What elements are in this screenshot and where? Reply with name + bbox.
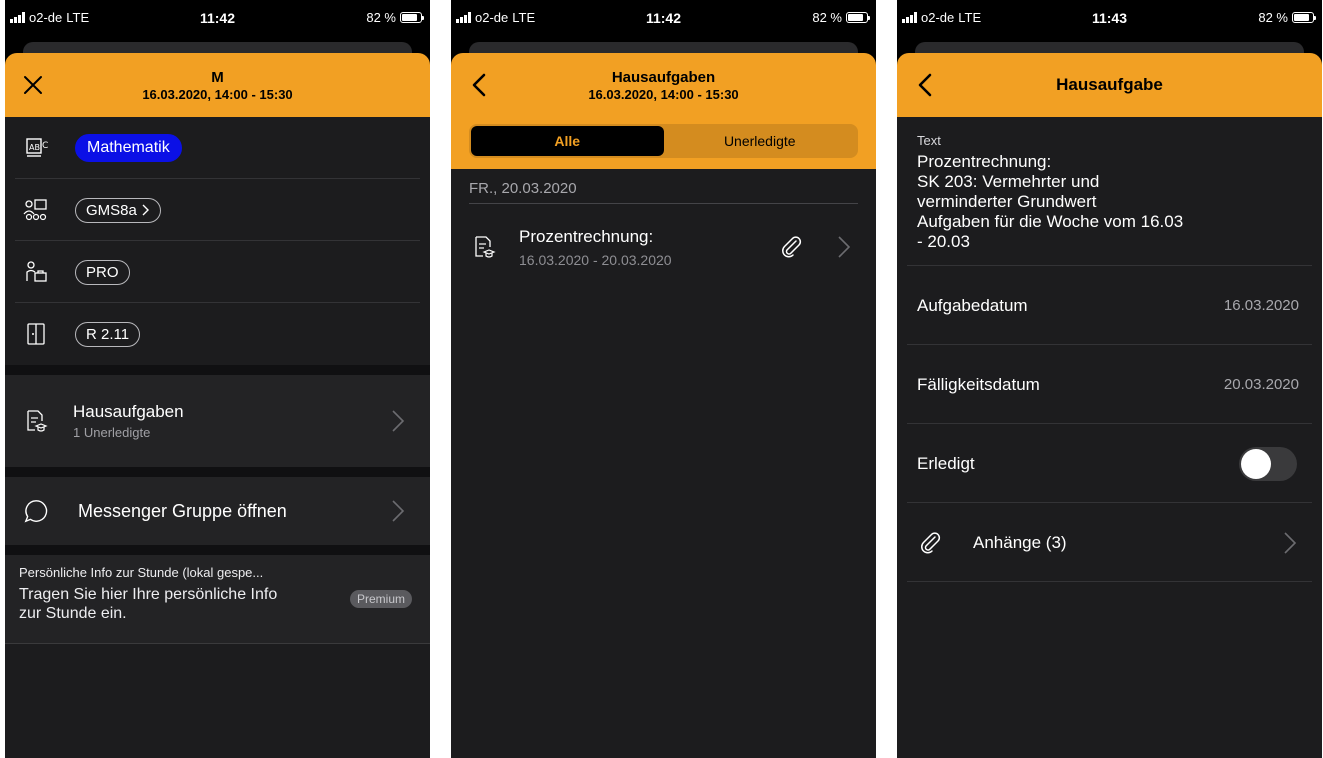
assigned-date-label: Aufgabedatum bbox=[917, 295, 1028, 315]
homework-text-section: Text Prozentrechnung: SK 203: Vermehrter… bbox=[897, 117, 1322, 266]
date-section-header: FR., 20.03.2020 bbox=[469, 169, 858, 204]
class-row: GMS8a bbox=[5, 179, 430, 241]
homework-row-title: Hausaufgaben bbox=[73, 402, 184, 421]
svg-text:C: C bbox=[42, 141, 48, 151]
battery-percent: 82 % bbox=[1258, 10, 1288, 25]
back-button[interactable] bbox=[911, 71, 939, 99]
battery-icon bbox=[400, 12, 424, 23]
status-bar: o2-de LTE 11:43 82 % bbox=[897, 0, 1322, 36]
homework-list-title: Hausaufgaben bbox=[611, 68, 716, 86]
room-row: R 2.11 bbox=[5, 303, 430, 365]
homework-detail-screen: o2-de LTE 11:43 82 % Hausaufgabe Text Pr… bbox=[897, 0, 1322, 758]
battery-icon bbox=[846, 12, 870, 23]
due-date-row: Fälligkeitsdatum 20.03.2020 bbox=[897, 345, 1322, 424]
subject-row: AB C Mathematik bbox=[5, 117, 430, 179]
carrier-label: o2-de bbox=[475, 10, 509, 25]
filter-segmented-control: Alle Unerledigte bbox=[469, 124, 858, 158]
class-label: GMS8a bbox=[86, 201, 137, 219]
toggle-knob bbox=[1241, 448, 1271, 479]
homework-row-subtitle: 1 Unerledigte bbox=[73, 425, 151, 440]
homework-list-screen: o2-de LTE 11:42 82 % Hausaufgaben 16.03.… bbox=[451, 0, 876, 758]
lesson-time: 16.03.2020, 14:00 - 15:30 bbox=[142, 86, 293, 102]
lesson-title: M bbox=[211, 68, 224, 86]
homework-icon bbox=[471, 234, 497, 260]
network-label: LTE bbox=[66, 10, 90, 25]
paperclip-icon bbox=[782, 236, 802, 258]
teacher-row: PRO bbox=[5, 241, 430, 303]
svg-text:AB: AB bbox=[29, 143, 40, 152]
class-icon bbox=[23, 197, 49, 223]
signal-icon bbox=[456, 12, 471, 23]
done-toggle[interactable] bbox=[1239, 446, 1297, 481]
signal-icon bbox=[902, 12, 917, 23]
premium-badge: Premium bbox=[349, 590, 412, 608]
assigned-date-row: Aufgabedatum 16.03.2020 bbox=[897, 266, 1322, 345]
battery-icon bbox=[1292, 12, 1316, 23]
messenger-row[interactable]: Messenger Gruppe öffnen bbox=[5, 477, 430, 545]
close-icon bbox=[24, 76, 42, 94]
chevron-right-icon bbox=[142, 204, 149, 216]
carrier-label: o2-de bbox=[921, 10, 955, 25]
back-chevron-icon bbox=[472, 73, 486, 97]
homework-item-title: Prozentrechnung: bbox=[519, 226, 654, 246]
assigned-date-value: 16.03.2020 bbox=[1223, 297, 1299, 314]
done-label: Erledigt bbox=[917, 453, 975, 473]
homework-item-dates: 16.03.2020 - 20.03.2020 bbox=[519, 251, 672, 268]
chat-bubble-icon bbox=[23, 498, 49, 524]
text-caption: Text bbox=[917, 133, 941, 148]
due-date-label: Fälligkeitsdatum bbox=[917, 374, 1040, 394]
homework-list-time: 16.03.2020, 14:00 - 15:30 bbox=[588, 86, 739, 102]
homework-icon bbox=[23, 408, 49, 434]
door-icon bbox=[23, 321, 49, 347]
segment-open[interactable]: Unerledigte bbox=[664, 126, 857, 156]
filter-segmented-control-wrap: Alle Unerledigte bbox=[451, 117, 876, 169]
homework-text: Prozentrechnung: SK 203: Vermehrter und … bbox=[917, 152, 1184, 251]
battery-percent: 82 % bbox=[812, 10, 842, 25]
homework-row[interactable]: Hausaufgaben 1 Unerledigte bbox=[5, 375, 430, 467]
status-bar: o2-de LTE 11:42 82 % bbox=[451, 0, 876, 36]
lesson-sheet: M 16.03.2020, 14:00 - 15:30 AB C Mathemat… bbox=[5, 53, 430, 758]
homework-list-item[interactable]: Prozentrechnung: 16.03.2020 - 20.03.2020 bbox=[451, 204, 876, 290]
lesson-screen: o2-de LTE 11:42 82 % M 16.03.2020, 14:00… bbox=[5, 0, 430, 758]
back-chevron-icon bbox=[918, 73, 932, 97]
lesson-header: M 16.03.2020, 14:00 - 15:30 bbox=[5, 53, 430, 117]
signal-icon bbox=[10, 12, 25, 23]
homework-detail-sheet: Hausaufgabe Text Prozentrechnung: SK 203… bbox=[897, 53, 1322, 758]
personal-note-caption: Persönliche Info zur Stunde (lokal gespe… bbox=[19, 565, 264, 580]
personal-note-placeholder: Tragen Sie hier Ihre persönliche Info zu… bbox=[19, 586, 278, 622]
close-button[interactable] bbox=[19, 71, 47, 99]
carrier-label: o2-de bbox=[29, 10, 63, 25]
done-row: Erledigt bbox=[897, 424, 1322, 503]
chevron-right-icon bbox=[392, 500, 405, 522]
due-date-value: 20.03.2020 bbox=[1223, 376, 1299, 393]
homework-detail-header: Hausaufgabe bbox=[897, 53, 1322, 117]
subject-chip[interactable]: Mathematik bbox=[75, 134, 182, 162]
battery-percent: 82 % bbox=[366, 10, 396, 25]
personal-note-field[interactable]: Persönliche Info zur Stunde (lokal gespe… bbox=[5, 555, 430, 643]
subject-icon: AB C bbox=[23, 135, 49, 161]
homework-list-sheet: Hausaufgaben 16.03.2020, 14:00 - 15:30 A… bbox=[451, 53, 876, 758]
room-chip[interactable]: R 2.11 bbox=[75, 321, 141, 347]
chevron-right-icon bbox=[1284, 531, 1297, 554]
teacher-icon bbox=[23, 259, 49, 285]
teacher-chip[interactable]: PRO bbox=[75, 259, 130, 285]
paperclip-icon bbox=[921, 531, 941, 553]
network-label: LTE bbox=[512, 10, 536, 25]
back-button[interactable] bbox=[465, 71, 493, 99]
segment-all[interactable]: Alle bbox=[471, 126, 664, 156]
homework-list-header: Hausaufgaben 16.03.2020, 14:00 - 15:30 bbox=[451, 53, 876, 117]
class-chip[interactable]: GMS8a bbox=[75, 197, 161, 223]
status-bar: o2-de LTE 11:42 82 % bbox=[5, 0, 430, 36]
chevron-right-icon bbox=[392, 410, 405, 432]
messenger-row-title: Messenger Gruppe öffnen bbox=[78, 500, 287, 521]
chevron-right-icon bbox=[838, 236, 851, 258]
attachments-row[interactable]: Anhänge (3) bbox=[897, 503, 1322, 582]
homework-detail-title: Hausaufgabe bbox=[1056, 75, 1163, 94]
attachments-label: Anhänge (3) bbox=[973, 532, 1067, 552]
network-label: LTE bbox=[958, 10, 982, 25]
